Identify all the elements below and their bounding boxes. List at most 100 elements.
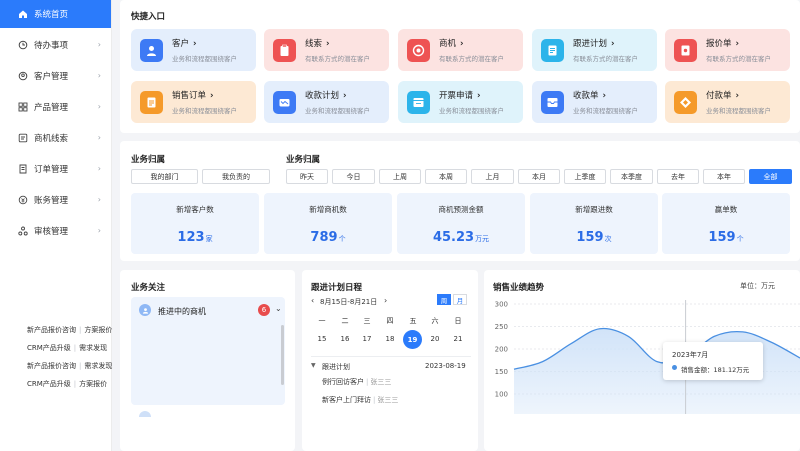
stat-forecast-amount[interactable]: 商机预测金额 45.23万元 xyxy=(397,193,525,254)
stat-new-opportunities[interactable]: 新增商机数 789个 xyxy=(264,193,392,254)
sidebar-item-label: 系统首页 xyxy=(34,10,69,20)
calendar-day-selected[interactable]: 19 xyxy=(403,330,422,349)
list-item[interactable]: CRM产品升级 | 需求发现 xyxy=(27,343,107,353)
period-filter-this-quarter[interactable]: 本季度 xyxy=(610,169,653,184)
quick-card-customer[interactable]: 客户 › 业务和流程都围绕客户 xyxy=(131,29,256,71)
weekday-label: 一 xyxy=(318,317,326,325)
week-range: 8月15日-8月21日 xyxy=(320,298,378,306)
quick-card-follow-plan[interactable]: 跟进计划 › 有联系方式的潜在客户 xyxy=(532,29,657,71)
quick-card-title: 销售订单 xyxy=(172,90,207,101)
quick-card-subtitle: 业务和流程都围绕客户 xyxy=(172,106,237,115)
next-week-icon[interactable]: › xyxy=(384,296,387,305)
quick-card-lead[interactable]: 线索 › 有联系方式的潜在客户 xyxy=(264,29,389,71)
stat-won-deals[interactable]: 赢单数 159个 xyxy=(662,193,790,254)
stat-new-customers[interactable]: 新增客户数 123家 xyxy=(131,193,259,254)
period-filter-title: 业务归属 xyxy=(286,155,321,165)
stat-new-follow-ups[interactable]: 新增跟进数 159次 xyxy=(530,193,658,254)
prev-week-icon[interactable]: ‹ xyxy=(311,296,314,305)
calendar-day[interactable]: 20 xyxy=(424,335,446,343)
caret-down-icon[interactable]: ▼ xyxy=(311,362,316,369)
sidebar-item-accounts[interactable]: 账务管理 › xyxy=(0,184,111,215)
period-filter-last-year[interactable]: 去年 xyxy=(657,169,699,184)
order-doc-icon xyxy=(140,90,163,114)
clue-icon xyxy=(18,133,28,143)
y-tick-label: 150 xyxy=(495,368,508,376)
sidebar-item-leads[interactable]: 商机线索 › xyxy=(0,122,111,153)
quick-card-opportunity[interactable]: 商机 › 有联系方式的潜在客户 xyxy=(398,29,523,71)
sidebar-item-label: 审核管理 xyxy=(34,226,69,237)
list-item[interactable]: 新产品报价咨询 | 需求发现 xyxy=(27,361,112,371)
quick-card-subtitle: 业务和流程都围绕客户 xyxy=(706,106,771,115)
period-filter-this-year[interactable]: 本年 xyxy=(703,169,745,184)
view-week-button[interactable]: 周 xyxy=(437,294,451,305)
quick-card-subtitle: 业务和流程都围绕客户 xyxy=(305,106,370,115)
quick-card-title: 收款单 xyxy=(573,90,599,101)
chevron-right-icon: › xyxy=(735,90,740,101)
scrollbar[interactable] xyxy=(281,325,284,385)
schedule-title: 跟进计划日程 xyxy=(311,283,363,293)
sidebar-item-audit[interactable]: 审核管理 › xyxy=(0,215,111,246)
plan-item[interactable]: 新客户上门拜访 | 张三三 xyxy=(322,395,398,405)
quick-card-quotation[interactable]: 报价单 › 有联系方式的潜在客户 xyxy=(665,29,790,71)
quick-card-receipt[interactable]: 收款单 › 业务和流程都围绕客户 xyxy=(532,81,657,123)
quick-card-title: 收款计划 xyxy=(305,90,340,101)
owner-filter-my-responsible[interactable]: 我负责的 xyxy=(202,169,270,184)
document-icon xyxy=(541,38,564,62)
period-filter-this-month[interactable]: 本月 xyxy=(518,169,560,184)
stat-value: 45.23 xyxy=(432,230,475,245)
calendar-day[interactable]: 15 xyxy=(311,335,333,343)
sidebar-item-home[interactable]: 系统首页 xyxy=(0,0,111,28)
sidebar-item-orders[interactable]: 订单管理 › xyxy=(0,153,111,184)
period-filter-last-week[interactable]: 上周 xyxy=(379,169,421,184)
period-filter-this-week[interactable]: 本周 xyxy=(425,169,467,184)
owner-filter-my-department[interactable]: 我的部门 xyxy=(131,169,198,184)
period-filter-last-month[interactable]: 上月 xyxy=(471,169,514,184)
chevron-right-icon: › xyxy=(97,102,101,111)
calendar-day[interactable]: 17 xyxy=(356,335,378,343)
weekday-label: 四 xyxy=(386,317,394,325)
diamond-icon xyxy=(674,90,697,114)
calendar-day[interactable]: 21 xyxy=(447,335,469,343)
chevron-right-icon: › xyxy=(735,38,740,49)
period-filter-yesterday[interactable]: 昨天 xyxy=(286,169,328,184)
calendar-day[interactable]: 16 xyxy=(334,335,356,343)
stat-label: 新增商机数 xyxy=(309,205,347,214)
plan-item[interactable]: 例行回访客户 | 张三三 xyxy=(322,377,391,387)
calendar-day[interactable]: 18 xyxy=(379,335,401,343)
quick-card-subtitle: 有联系方式的潜在客户 xyxy=(706,54,771,63)
weekday-label: 三 xyxy=(363,317,371,325)
list-item[interactable]: CRM产品升级 | 方案报价 xyxy=(27,379,107,389)
quick-card-collection-plan[interactable]: 收款计划 › 业务和流程都围绕客户 xyxy=(264,81,389,123)
period-filter-last-quarter[interactable]: 上季度 xyxy=(564,169,606,184)
period-filter-all[interactable]: 全部 xyxy=(749,169,792,184)
sidebar-item-label: 客户管理 xyxy=(34,71,69,82)
focus-group-label[interactable]: 推进中的商机 xyxy=(158,306,206,317)
plan-group-label: 跟进计划 xyxy=(322,363,350,371)
sidebar-item-todo[interactable]: 待办事项 › xyxy=(0,29,111,60)
chevron-right-icon: › xyxy=(326,38,330,49)
next-group-icon xyxy=(139,411,151,417)
quick-card-sales-order[interactable]: 销售订单 › 业务和流程都围绕客户 xyxy=(131,81,256,123)
stat-unit: 万元 xyxy=(475,235,490,243)
view-month-button[interactable]: 月 xyxy=(453,294,467,305)
chevron-right-icon: › xyxy=(97,226,101,235)
quick-access-title: 快捷入口 xyxy=(131,12,166,22)
plan-date: 2023-08-19 xyxy=(425,362,466,370)
quick-card-title: 开票申请 xyxy=(439,90,474,101)
quick-card-payment[interactable]: 付款单 › 业务和流程都围绕客户 xyxy=(665,81,790,123)
list-item[interactable]: 新产品报价咨询 | 方案报价 xyxy=(27,325,112,335)
chevron-down-icon[interactable]: ⌄ xyxy=(275,304,282,313)
sidebar-item-customers[interactable]: 客户管理 › xyxy=(0,60,111,91)
stat-label: 新增跟进数 xyxy=(575,205,613,214)
tooltip-title: 2023年7月 xyxy=(672,351,709,359)
period-filter-today[interactable]: 今日 xyxy=(332,169,375,184)
sidebar-item-products[interactable]: 产品管理 › xyxy=(0,91,111,122)
quick-card-invoice-request[interactable]: 开票申请 › 业务和流程都围绕客户 xyxy=(398,81,523,123)
owner-filter-title: 业务归属 xyxy=(131,155,166,165)
quick-card-subtitle: 有联系方式的潜在客户 xyxy=(439,54,504,63)
user-icon xyxy=(18,71,28,81)
stat-unit: 个 xyxy=(736,235,744,243)
account-icon xyxy=(18,195,28,205)
customer-icon xyxy=(140,38,163,62)
quick-card-title: 付款单 xyxy=(706,90,732,101)
